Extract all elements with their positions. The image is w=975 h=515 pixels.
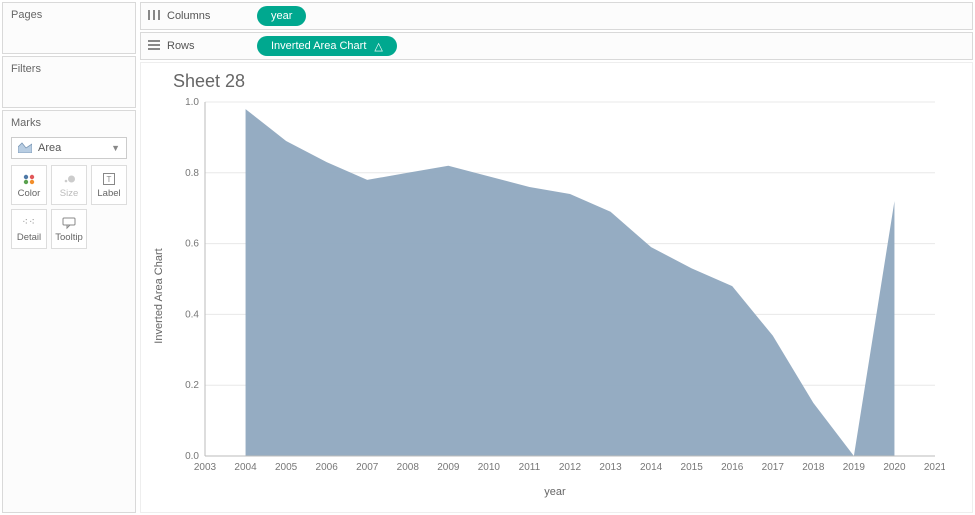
- rows-pill-text: Inverted Area Chart: [271, 40, 366, 52]
- viz-area: Sheet 28 Inverted Area Chart 0.00.20.40.…: [140, 62, 973, 513]
- color-icon: [21, 172, 37, 186]
- svg-text:2015: 2015: [681, 462, 704, 473]
- svg-text:2018: 2018: [802, 462, 825, 473]
- columns-icon: [147, 9, 161, 24]
- color-button[interactable]: Color: [11, 165, 47, 205]
- x-axis-label: year: [544, 486, 565, 498]
- sheet-title: Sheet 28: [173, 71, 958, 92]
- detail-icon: ⁖⁖: [21, 216, 37, 230]
- svg-text:0.4: 0.4: [185, 309, 199, 320]
- filters-title: Filters: [11, 63, 127, 75]
- rows-pill-inverted-area[interactable]: Inverted Area Chart △: [257, 36, 397, 56]
- columns-pill-text: year: [271, 10, 292, 22]
- svg-text:2004: 2004: [234, 462, 257, 473]
- svg-text:0.2: 0.2: [185, 380, 199, 391]
- filters-card[interactable]: Filters: [2, 56, 136, 108]
- color-label: Color: [18, 188, 41, 199]
- svg-text:0.6: 0.6: [185, 239, 199, 250]
- chart-svg: 0.0 0.2 0.4 0.6 0.8 1.0 2003 2004 2005 2006 2007 20…: [165, 96, 945, 496]
- svg-text:2014: 2014: [640, 462, 663, 473]
- svg-text:2011: 2011: [519, 462, 541, 473]
- size-button[interactable]: Size: [51, 165, 87, 205]
- svg-text:0.0: 0.0: [185, 451, 199, 462]
- size-label: Size: [60, 188, 78, 199]
- marks-card: Marks Area ▼ Color: [2, 110, 136, 513]
- svg-text:2009: 2009: [437, 462, 460, 473]
- svg-text:2017: 2017: [762, 462, 785, 473]
- tooltip-label: Tooltip: [55, 232, 82, 243]
- detail-button[interactable]: ⁖⁖ Detail: [11, 209, 47, 249]
- svg-text:T: T: [107, 175, 112, 184]
- svg-text:2005: 2005: [275, 462, 298, 473]
- svg-text:1.0: 1.0: [185, 97, 199, 108]
- columns-pill-year[interactable]: year: [257, 6, 306, 26]
- label-label: Label: [97, 188, 120, 199]
- tooltip-button[interactable]: Tooltip: [51, 209, 87, 249]
- chevron-down-icon: ▼: [111, 143, 120, 153]
- detail-label: Detail: [17, 232, 41, 243]
- area-icon: [18, 141, 32, 156]
- svg-text:0.8: 0.8: [185, 168, 199, 179]
- svg-text:2003: 2003: [194, 462, 217, 473]
- svg-text:2013: 2013: [599, 462, 622, 473]
- warning-icon: △: [374, 40, 382, 53]
- svg-text:2006: 2006: [316, 462, 339, 473]
- label-button[interactable]: T Label: [91, 165, 127, 205]
- svg-text:2021: 2021: [924, 462, 945, 473]
- svg-text:2012: 2012: [559, 462, 582, 473]
- mark-type-label: Area: [38, 142, 61, 154]
- y-axis-label: Inverted Area Chart: [153, 248, 165, 343]
- size-icon: [61, 172, 77, 186]
- svg-text:2019: 2019: [843, 462, 866, 473]
- rows-label: Rows: [167, 40, 195, 52]
- pages-title: Pages: [11, 9, 127, 21]
- label-icon: T: [101, 172, 117, 186]
- pages-card[interactable]: Pages: [2, 2, 136, 54]
- marks-title: Marks: [11, 117, 127, 129]
- chart[interactable]: Inverted Area Chart 0.00.20.40.60.81.020…: [165, 96, 945, 496]
- svg-text:2020: 2020: [883, 462, 906, 473]
- svg-text:2016: 2016: [721, 462, 744, 473]
- svg-text:2008: 2008: [397, 462, 420, 473]
- svg-text:2007: 2007: [356, 462, 379, 473]
- rows-shelf[interactable]: Rows Inverted Area Chart △: [140, 32, 973, 60]
- columns-shelf[interactable]: Columns year: [140, 2, 973, 30]
- rows-icon: [147, 39, 161, 54]
- tooltip-icon: [61, 216, 77, 230]
- mark-type-dropdown[interactable]: Area ▼: [11, 137, 127, 159]
- svg-text:2010: 2010: [478, 462, 501, 473]
- columns-label: Columns: [167, 10, 210, 22]
